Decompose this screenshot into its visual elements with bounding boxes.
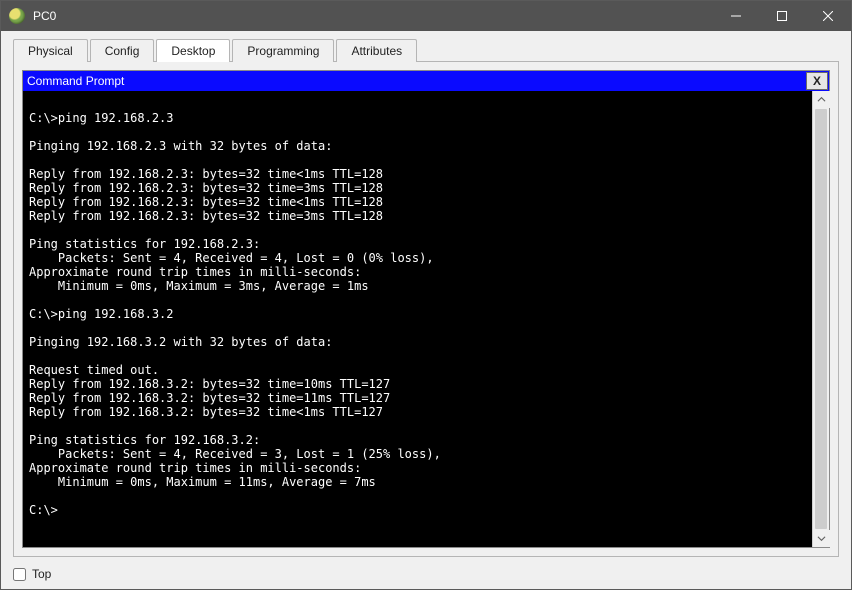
- command-prompt-window: Command Prompt X C:\>ping 192.168.2.3 Pin…: [22, 70, 830, 548]
- scroll-down-arrow-icon[interactable]: [813, 530, 830, 547]
- console-line: Reply from 192.168.2.3: bytes=32 time<1m…: [29, 167, 808, 181]
- console-line: Approximate round trip times in milli-se…: [29, 265, 808, 279]
- client-area: Physical Config Desktop Programming Attr…: [1, 31, 851, 589]
- titlebar[interactable]: PC0: [1, 1, 851, 31]
- console-line: Reply from 192.168.3.2: bytes=32 time=11…: [29, 391, 808, 405]
- top-checkbox[interactable]: [13, 568, 26, 581]
- tabstrip: Physical Config Desktop Programming Attr…: [1, 31, 851, 61]
- console-line: Approximate round trip times in milli-se…: [29, 461, 808, 475]
- console-line: [29, 125, 808, 139]
- minimize-icon: [731, 11, 741, 21]
- footer: Top: [1, 563, 851, 589]
- tab-physical[interactable]: Physical: [13, 39, 88, 62]
- console-line: [29, 349, 808, 363]
- vertical-scrollbar[interactable]: [812, 91, 829, 547]
- close-icon: [823, 11, 833, 21]
- console-line: [29, 153, 808, 167]
- console-line: Reply from 192.168.2.3: bytes=32 time=3m…: [29, 209, 808, 223]
- minimize-button[interactable]: [713, 1, 759, 31]
- command-prompt-title: Command Prompt: [27, 74, 124, 88]
- console-wrap: C:\>ping 192.168.2.3 Pinging 192.168.2.3 …: [23, 91, 829, 547]
- console-line: Packets: Sent = 4, Received = 3, Lost = …: [29, 447, 808, 461]
- close-button[interactable]: [805, 1, 851, 31]
- console-line: [29, 293, 808, 307]
- console-line: Pinging 192.168.3.2 with 32 bytes of dat…: [29, 335, 808, 349]
- console-line: [29, 419, 808, 433]
- console-line: C:\>: [29, 503, 808, 517]
- console-line: Reply from 192.168.3.2: bytes=32 time=10…: [29, 377, 808, 391]
- tab-programming[interactable]: Programming: [232, 39, 334, 62]
- tab-config[interactable]: Config: [90, 39, 155, 62]
- console-line: Request timed out.: [29, 363, 808, 377]
- maximize-button[interactable]: [759, 1, 805, 31]
- app-icon: [9, 8, 25, 24]
- console-line: Minimum = 0ms, Maximum = 11ms, Average =…: [29, 475, 808, 489]
- top-label: Top: [32, 567, 51, 581]
- console-line: [29, 223, 808, 237]
- console-line: [29, 489, 808, 503]
- scroll-thumb[interactable]: [815, 109, 827, 529]
- console-line: Reply from 192.168.3.2: bytes=32 time<1m…: [29, 405, 808, 419]
- command-prompt-close-button[interactable]: X: [806, 72, 828, 90]
- console-line: C:\>ping 192.168.2.3: [29, 111, 808, 125]
- console-line: Reply from 192.168.2.3: bytes=32 time<1m…: [29, 195, 808, 209]
- command-prompt-titlebar[interactable]: Command Prompt X: [23, 71, 829, 91]
- console-line: Packets: Sent = 4, Received = 4, Lost = …: [29, 251, 808, 265]
- console-line: Ping statistics for 192.168.2.3:: [29, 237, 808, 251]
- console-line: C:\>ping 192.168.3.2: [29, 307, 808, 321]
- chevron-down-icon: [817, 534, 826, 543]
- tab-attributes[interactable]: Attributes: [336, 39, 417, 62]
- console-line: [29, 97, 808, 111]
- console-line: Minimum = 0ms, Maximum = 3ms, Average = …: [29, 279, 808, 293]
- console-output[interactable]: C:\>ping 192.168.2.3 Pinging 192.168.2.3 …: [23, 91, 812, 547]
- console-line: [29, 321, 808, 335]
- app-window: PC0 Physical Config Desktop Programming …: [0, 0, 852, 590]
- tab-desktop[interactable]: Desktop: [156, 39, 230, 62]
- window-title: PC0: [33, 9, 56, 23]
- tab-panel: Command Prompt X C:\>ping 192.168.2.3 Pin…: [13, 61, 839, 557]
- console-line: Pinging 192.168.2.3 with 32 bytes of dat…: [29, 139, 808, 153]
- console-line: Reply from 192.168.2.3: bytes=32 time=3m…: [29, 181, 808, 195]
- console-line: Ping statistics for 192.168.3.2:: [29, 433, 808, 447]
- maximize-icon: [777, 11, 787, 21]
- scroll-up-arrow-icon[interactable]: [813, 91, 830, 108]
- chevron-up-icon: [817, 95, 826, 104]
